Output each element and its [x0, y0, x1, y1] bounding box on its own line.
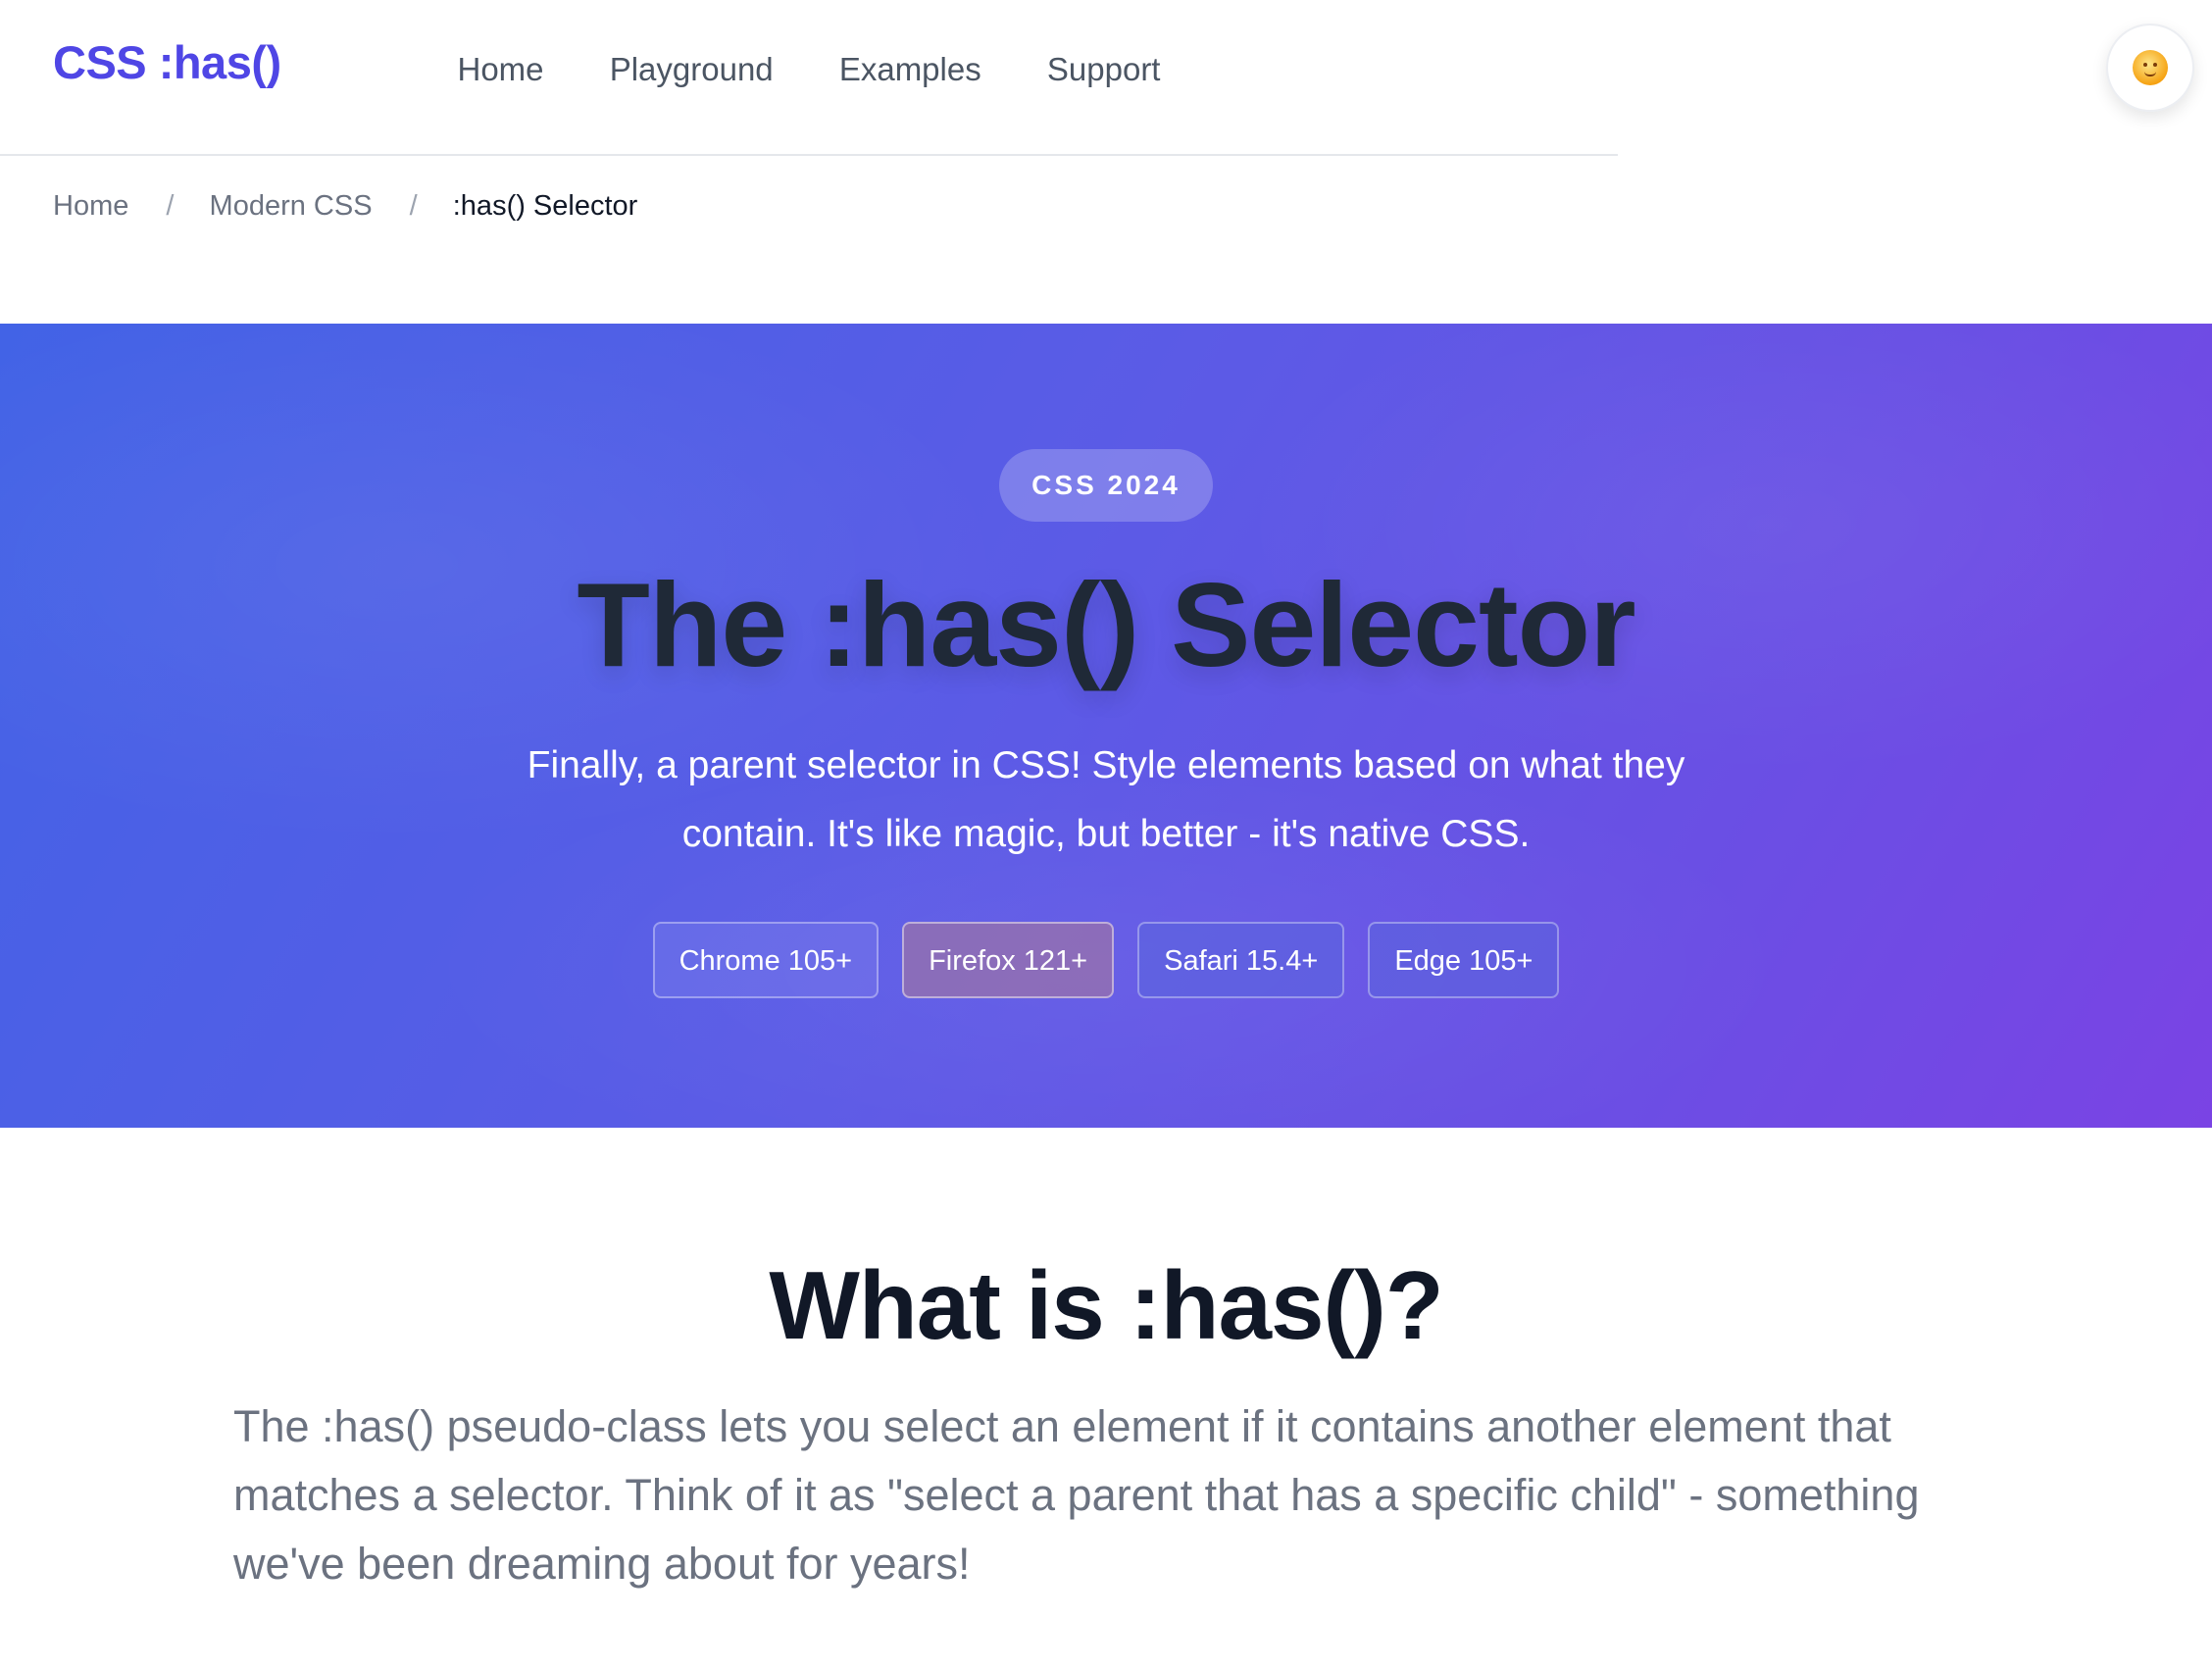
main-nav: Home Playground Examples Support: [0, 51, 1618, 88]
section-title: What is :has()?: [769, 1251, 1443, 1359]
breadcrumb-current: :has() Selector: [452, 190, 638, 222]
nav-link-home[interactable]: Home: [458, 51, 544, 88]
browser-tag-chrome[interactable]: Chrome 105+: [652, 922, 880, 999]
hero-title: The :has() Selector: [577, 558, 1635, 691]
nav-link-examples[interactable]: Examples: [839, 51, 981, 88]
breadcrumb-separator: /: [166, 190, 175, 222]
browser-tag-edge[interactable]: Edge 105+: [1368, 922, 1560, 999]
browser-tag-firefox[interactable]: Firefox 121+: [902, 922, 1115, 999]
hero-section: CSS 2024 The :has() Selector Finally, a …: [0, 324, 2212, 1128]
section-body: The :has() pseudo-class lets you select …: [233, 1401, 1920, 1589]
breadcrumb-link-modern-css[interactable]: Modern CSS: [210, 190, 373, 222]
breadcrumb-separator: /: [409, 190, 418, 222]
site-header: CSS :has() Home Playground Examples Supp…: [0, 0, 1618, 156]
browser-tag-safari[interactable]: Safari 15.4+: [1137, 922, 1345, 999]
hero-subtitle: Finally, a parent selector in CSS! Style…: [527, 744, 1685, 856]
theme-toggle-button[interactable]: [2106, 24, 2194, 112]
nav-link-support[interactable]: Support: [1047, 51, 1161, 88]
breadcrumb: Home / Modern CSS / :has() Selector: [53, 190, 637, 223]
nav-link-playground[interactable]: Playground: [610, 51, 774, 88]
breadcrumb-link-home[interactable]: Home: [53, 190, 128, 222]
browser-support-list: Chrome 105+ Firefox 121+ Safari 15.4+ Ed…: [0, 922, 2212, 999]
sun-icon: [2133, 50, 2168, 85]
hero-badge: CSS 2024: [999, 449, 1213, 522]
